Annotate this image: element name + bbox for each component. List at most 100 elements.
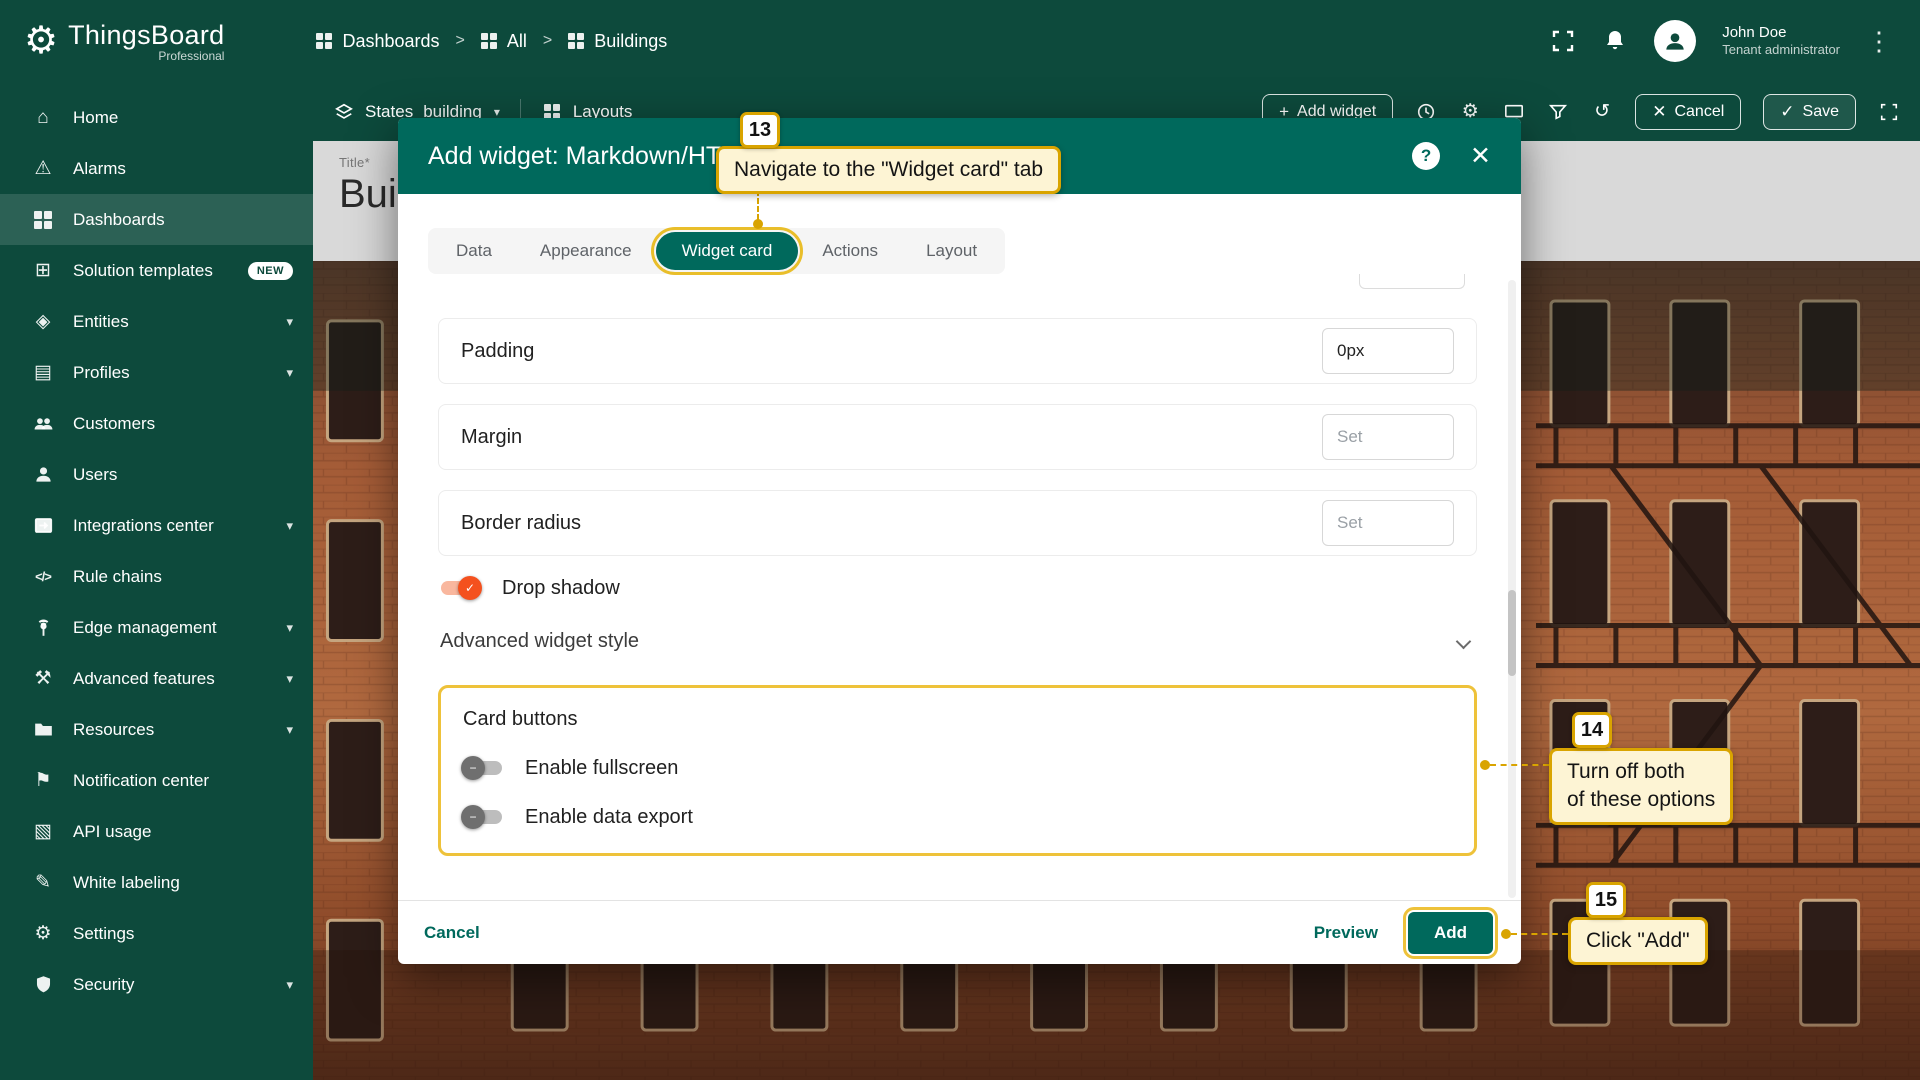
user-info: John Doe Tenant administrator (1722, 23, 1840, 59)
enable-fullscreen-label: Enable fullscreen (525, 757, 678, 780)
sidebar-item-users[interactable]: Users (0, 449, 313, 500)
sidebar-item-customers[interactable]: Customers (0, 398, 313, 449)
cancel-button[interactable]: ✕ Cancel (1635, 94, 1741, 130)
dialog-scrollbar (1508, 280, 1516, 898)
tools-icon: ⚒ (28, 667, 58, 690)
dashboards-icon (28, 211, 58, 229)
sidebar-item-solution-templates[interactable]: ⊞ Solution templates NEW (0, 245, 313, 296)
add-widget-dialog: Add widget: Markdown/HTML ? ✕ Data Appea… (398, 118, 1521, 964)
enable-data-export-row: − Enable data export (463, 805, 1452, 829)
callout-14-connector (1490, 764, 1549, 766)
person-icon (28, 465, 58, 484)
sidebar-item-integrations-center[interactable]: Integrations center ▾ (0, 500, 313, 551)
warning-icon: ⚠ (28, 157, 58, 180)
border-radius-row: Border radius Set (438, 490, 1477, 556)
templates-grid-icon: ⊞ (28, 259, 58, 282)
sidebar-item-security[interactable]: Security ▾ (0, 959, 313, 1010)
sidebar-item-advanced-features[interactable]: ⚒ Advanced features ▾ (0, 653, 313, 704)
entities-icon: ◈ (28, 310, 58, 333)
border-radius-input[interactable]: Set (1322, 500, 1454, 546)
sidebar-item-profiles[interactable]: ▤ Profiles ▾ (0, 347, 313, 398)
sidebar-item-entities[interactable]: ◈ Entities ▾ (0, 296, 313, 347)
sidebar-item-label: Profiles (73, 363, 130, 383)
drop-shadow-toggle[interactable]: ✓ (440, 576, 480, 600)
sidebar-item-resources[interactable]: Resources ▾ (0, 704, 313, 755)
close-icon[interactable]: ✕ (1470, 144, 1491, 169)
sidebar-item-dashboards[interactable]: Dashboards (0, 194, 313, 245)
drop-shadow-label: Drop shadow (502, 577, 620, 600)
sidebar-item-settings[interactable]: ⚙ Settings (0, 908, 313, 959)
dialog-body: Padding 0px Margin Set Border radius Set… (398, 274, 1521, 900)
topbar-actions: John Doe Tenant administrator ⋮ (1550, 20, 1896, 62)
tab-data[interactable]: Data (432, 228, 516, 274)
dialog-cancel-button[interactable]: Cancel (424, 923, 480, 943)
cancel-label: Cancel (1674, 103, 1724, 121)
help-icon[interactable]: ? (1412, 142, 1440, 170)
pencil-icon: ✎ (28, 871, 58, 894)
dialog-tabs: Data Appearance Widget card Actions Layo… (428, 228, 1521, 274)
flag-icon: ⚑ (28, 769, 58, 792)
border-radius-label: Border radius (461, 512, 581, 535)
sidebar-item-label: Entities (73, 312, 129, 332)
chevron-down-icon: ▾ (286, 977, 293, 993)
sidebar-item-notification-center[interactable]: ⚑ Notification center (0, 755, 313, 806)
sidebar-item-label: Rule chains (73, 567, 162, 587)
history-icon[interactable]: ↺ (1591, 101, 1613, 123)
kebab-menu-icon[interactable]: ⋮ (1866, 28, 1892, 54)
sidebar-item-label: White labeling (73, 873, 180, 893)
breadcrumb-dashboards[interactable]: Dashboards (316, 31, 439, 52)
breadcrumb-buildings[interactable]: Buildings (568, 31, 667, 52)
sidebar-item-label: Alarms (73, 159, 126, 179)
chevron-down-icon: ▾ (286, 518, 293, 534)
card-buttons-section: Card buttons − Enable fullscreen − Enabl… (438, 685, 1477, 856)
fullscreen-icon[interactable] (1878, 101, 1900, 123)
tab-widget-card[interactable]: Widget card (656, 232, 799, 270)
sidebar-item-edge-management[interactable]: Edge management ▾ (0, 602, 313, 653)
dashboards-icon (568, 33, 584, 49)
breadcrumb-label: Buildings (594, 31, 667, 52)
fullscreen-icon[interactable] (1550, 28, 1576, 54)
callout-13-dot (753, 219, 763, 229)
sidebar-item-label: Notification center (73, 771, 209, 791)
profiles-icon: ▤ (28, 361, 58, 384)
margin-input[interactable]: Set (1322, 414, 1454, 460)
sidebar-item-home[interactable]: ⌂ Home (0, 92, 313, 143)
breadcrumb-separator-icon: > (543, 32, 552, 50)
brand[interactable]: ⚙ ThingsBoard Professional (24, 20, 224, 63)
code-icon: </> (28, 569, 58, 584)
save-button[interactable]: ✓ Save (1763, 94, 1856, 130)
chevron-down-icon: ▾ (286, 671, 293, 687)
callout-13-text: Navigate to the "Widget card" tab (716, 146, 1061, 194)
sidebar-item-white-labeling[interactable]: ✎ White labeling (0, 857, 313, 908)
callout-15-badge: 15 (1586, 882, 1626, 918)
breadcrumb-separator-icon: > (456, 32, 465, 50)
callout-15-text: Click "Add" (1568, 917, 1708, 965)
tab-actions[interactable]: Actions (798, 228, 902, 274)
screen: ⚙ ThingsBoard Professional Dashboards > … (0, 0, 1920, 1080)
enable-data-export-toggle[interactable]: − (463, 805, 503, 829)
callout-15-connector (1511, 933, 1568, 935)
brand-subtitle: Professional (68, 49, 224, 63)
sidebar-item-api-usage[interactable]: ▧ API usage (0, 806, 313, 857)
tab-layout[interactable]: Layout (902, 228, 1001, 274)
sidebar-item-label: Users (73, 465, 117, 485)
toggle-knob-minus-icon: − (461, 805, 485, 829)
sidebar-item-label: Settings (73, 924, 134, 944)
preview-button[interactable]: Preview (1314, 923, 1378, 943)
add-button[interactable]: Add (1408, 912, 1493, 954)
folder-icon (28, 720, 58, 739)
filter-icon[interactable] (1547, 101, 1569, 123)
breadcrumb-all[interactable]: All (481, 31, 527, 52)
tab-appearance[interactable]: Appearance (516, 228, 656, 274)
cutoff-input[interactable] (1359, 274, 1465, 289)
dialog-scrollbar-thumb[interactable] (1508, 590, 1516, 676)
enable-fullscreen-toggle[interactable]: − (463, 756, 503, 780)
notifications-bell-icon[interactable] (1602, 28, 1628, 54)
chart-box-icon: ▧ (28, 820, 58, 843)
user-avatar[interactable] (1654, 20, 1696, 62)
advanced-widget-style-expander[interactable]: Advanced widget style (440, 630, 1475, 653)
chevron-down-icon (1456, 634, 1472, 650)
sidebar-item-alarms[interactable]: ⚠ Alarms (0, 143, 313, 194)
padding-input[interactable]: 0px (1322, 328, 1454, 374)
sidebar-item-rule-chains[interactable]: </> Rule chains (0, 551, 313, 602)
